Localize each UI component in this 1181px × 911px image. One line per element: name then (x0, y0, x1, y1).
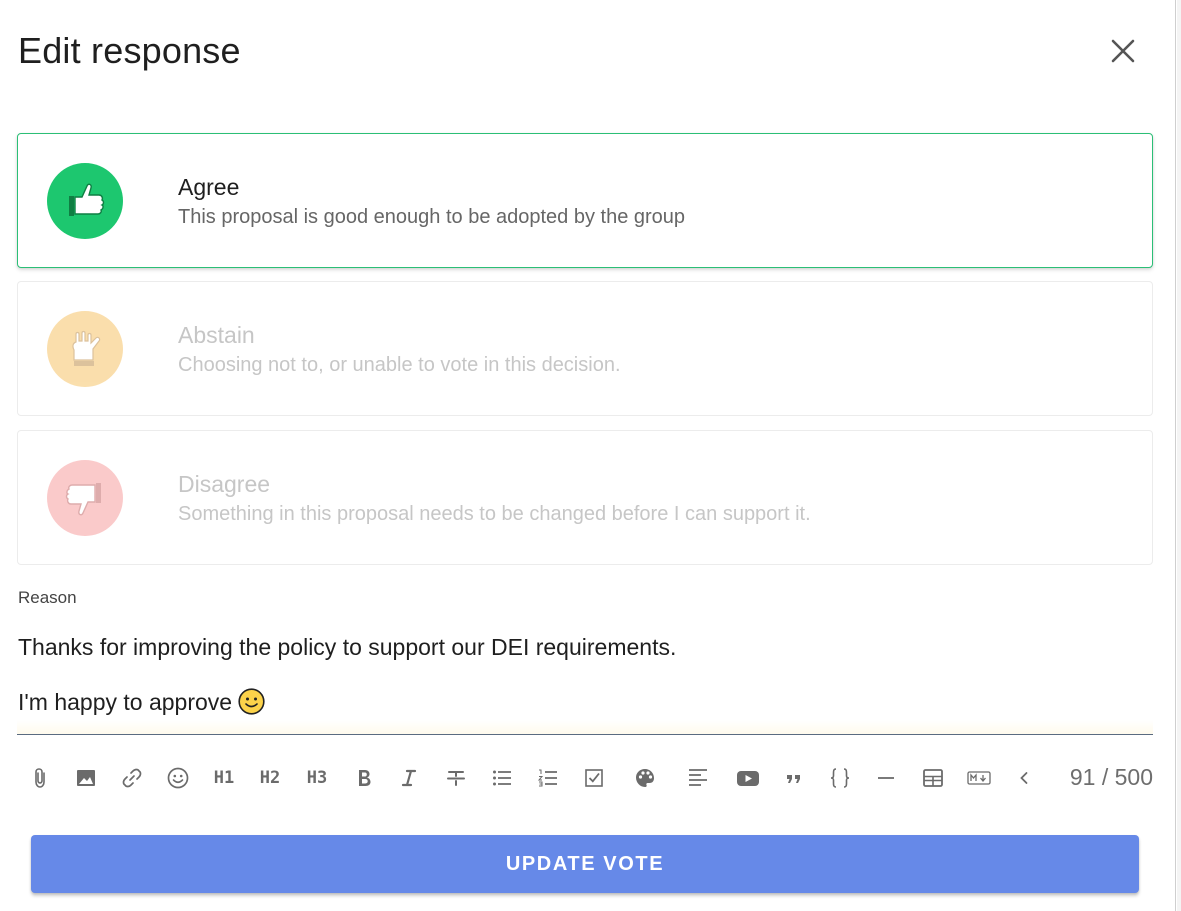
thumbs-sideways-icon (72, 330, 101, 366)
heading-3-button[interactable]: H3 (299, 760, 335, 796)
heading-1-button[interactable]: H1 (206, 760, 242, 796)
close-button[interactable] (1104, 32, 1142, 70)
vote-option-abstain[interactable]: Abstain Choosing not to, or unable to vo… (17, 281, 1153, 416)
heading-1-icon: H1 (213, 768, 235, 788)
reason-paragraph: I'm happy to approve (18, 689, 233, 715)
align-icon (689, 769, 707, 786)
abstain-avatar (47, 311, 123, 387)
palette-button[interactable] (627, 760, 663, 796)
heading-2-button[interactable]: H2 (252, 760, 288, 796)
bold-icon (359, 770, 371, 786)
bullet-list-icon (493, 770, 511, 786)
option-label: Abstain (178, 322, 255, 348)
reason-label: Reason (18, 588, 77, 607)
attachment-icon (35, 768, 45, 788)
task-list-icon (585, 769, 603, 787)
strikethrough-button[interactable] (438, 760, 474, 796)
reason-paragraph: Thanks for improving the policy to suppo… (18, 634, 677, 660)
character-counter: 91 / 500 (1069, 764, 1153, 790)
italic-icon (401, 769, 417, 787)
dialog-title: Edit response (18, 30, 241, 71)
editor-fade (17, 720, 1153, 734)
editor-underline (17, 734, 1153, 735)
horizontal-rule-button[interactable] (868, 760, 904, 796)
table-icon (923, 769, 943, 787)
youtube-button[interactable] (730, 760, 766, 796)
table-button[interactable] (915, 760, 951, 796)
slightly-smiling-face-icon (238, 688, 265, 722)
numbered-list-icon (537, 769, 557, 787)
collapse-chevron-icon (1020, 772, 1028, 784)
link-button[interactable] (114, 760, 150, 796)
palette-icon (636, 769, 654, 787)
vote-option-disagree[interactable]: Disagree Something in this proposal need… (17, 430, 1153, 565)
agree-avatar (47, 163, 123, 239)
reason-paragraph-with-emoji: I'm happy to approve (18, 687, 1148, 722)
markdown-button[interactable] (961, 760, 997, 796)
italic-button[interactable] (391, 760, 427, 796)
page-edge (1177, 0, 1181, 911)
editor-toolbar: H1 H2 H3 91 / 500 (18, 760, 1153, 796)
edit-response-dialog: Edit response Agree This proposal is goo… (0, 0, 1176, 911)
bullet-list-button[interactable] (484, 760, 520, 796)
image-button[interactable] (68, 760, 104, 796)
numbered-list-button[interactable] (530, 760, 566, 796)
disagree-avatar (47, 460, 123, 536)
update-vote-button[interactable]: UPDATE VOTE (31, 835, 1139, 893)
align-button[interactable] (680, 760, 716, 796)
emoji-button[interactable] (160, 760, 196, 796)
quote-icon (787, 775, 800, 783)
collapse-toolbar-button[interactable] (1006, 760, 1042, 796)
youtube-icon (737, 771, 759, 786)
option-description: Something in this proposal needs to be c… (178, 503, 811, 525)
emoji-icon (167, 767, 189, 789)
code-icon (830, 768, 850, 788)
markdown-icon (967, 771, 991, 785)
bold-button[interactable] (346, 760, 382, 796)
vote-option-agree[interactable]: Agree This proposal is good enough to be… (17, 133, 1153, 268)
option-description: Choosing not to, or unable to vote in th… (178, 354, 621, 376)
code-button[interactable] (822, 760, 858, 796)
heading-3-icon: H3 (306, 768, 328, 788)
thumbs-down-icon (65, 483, 101, 516)
option-label: Agree (178, 174, 240, 200)
task-list-button[interactable] (576, 760, 612, 796)
strikethrough-icon (447, 771, 465, 786)
thumbs-up-icon (69, 183, 105, 216)
attachment-button[interactable] (22, 760, 58, 796)
close-icon (1111, 39, 1135, 63)
image-icon (77, 770, 95, 786)
option-description: This proposal is good enough to be adopt… (178, 206, 686, 228)
option-label: Disagree (178, 471, 271, 497)
horizontal-rule-icon (878, 777, 894, 779)
quote-button[interactable] (776, 760, 812, 796)
heading-2-icon: H2 (259, 768, 281, 788)
link-icon (122, 768, 142, 788)
